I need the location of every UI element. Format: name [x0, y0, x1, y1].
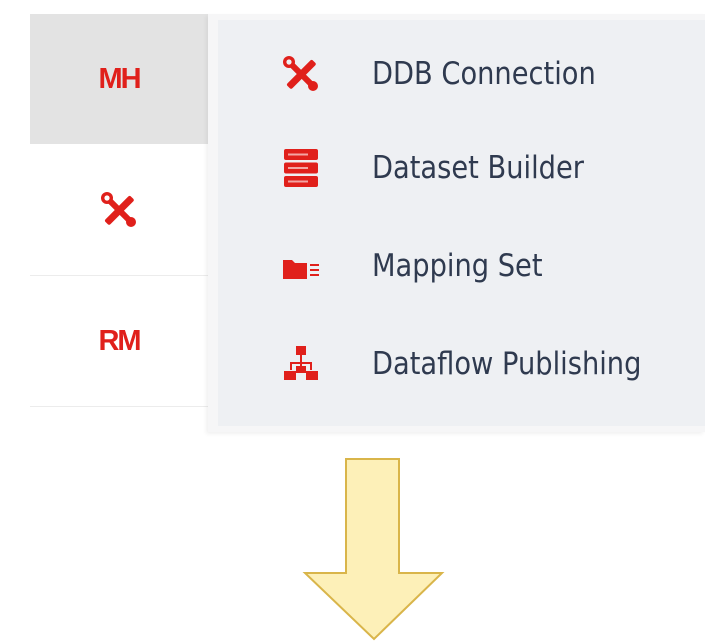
- down-arrow-icon: [302, 458, 445, 641]
- sidebar-item-rm[interactable]: RM: [30, 276, 208, 407]
- dropdown-menu: DDB Connection Dataset Builder Mapping S…: [208, 14, 705, 432]
- menu-item-label: Dataset Builder: [372, 150, 584, 186]
- folder-list-icon: [281, 246, 321, 286]
- sidebar-item-label: RM: [98, 324, 141, 357]
- wrench-screwdriver-icon: [281, 54, 321, 94]
- wrench-screwdriver-icon: [99, 190, 139, 230]
- sidebar-item-label: MH: [98, 62, 141, 95]
- menu-item-label: Dataflow Publishing: [372, 346, 642, 382]
- menu-item-dataflow-publishing[interactable]: Dataflow Publishing: [218, 316, 705, 412]
- menu-item-mapping-set[interactable]: Mapping Set: [218, 218, 705, 314]
- sidebar-item-tools[interactable]: [30, 144, 208, 276]
- sidebar: MH RM: [30, 14, 208, 430]
- screen: MH RM DDB Connection Dataset Builder Map…: [0, 0, 705, 641]
- sidebar-item-mh[interactable]: MH: [30, 14, 208, 144]
- menu-item-label: Mapping Set: [372, 248, 543, 284]
- menu-item-ddb-connection[interactable]: DDB Connection: [218, 26, 705, 122]
- sitemap-icon: [281, 344, 321, 384]
- server-stack-icon: [281, 148, 321, 188]
- menu-item-dataset-builder[interactable]: Dataset Builder: [218, 120, 705, 216]
- menu-item-label: DDB Connection: [372, 56, 596, 92]
